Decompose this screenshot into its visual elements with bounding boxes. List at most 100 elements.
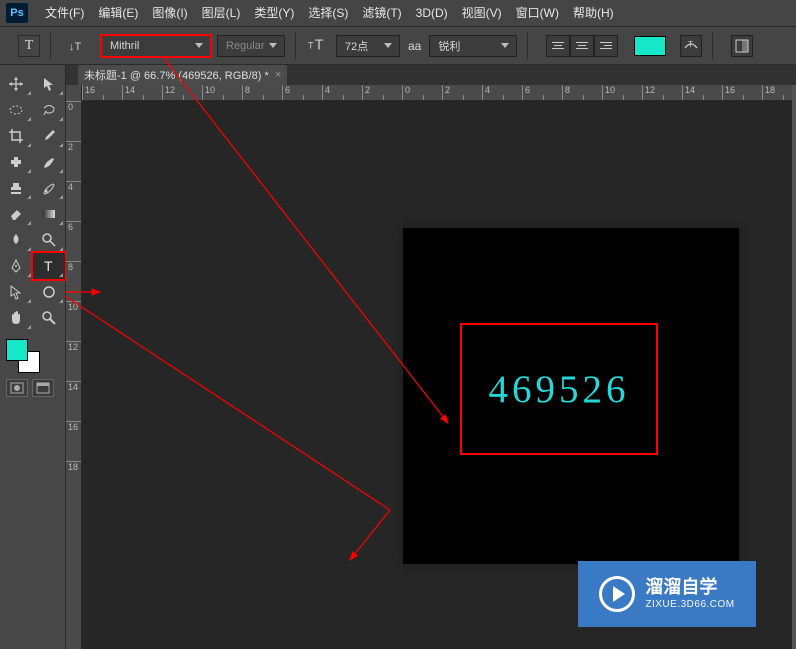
menu-layer[interactable]: 图层(L) [195, 0, 248, 27]
type-tool[interactable]: T [33, 253, 66, 279]
ruler-tick: 0 [402, 85, 442, 100]
menu-view[interactable]: 视图(V) [455, 0, 509, 27]
text-layer-content[interactable]: 469526 [489, 367, 630, 412]
text-align-group [546, 35, 618, 57]
document-tab-title: 未标题-1 @ 66.7% (469526, RGB/8) * [84, 67, 269, 83]
document-tab[interactable]: 未标题-1 @ 66.7% (469526, RGB/8) * × [78, 65, 287, 85]
ruler-tick: 12 [642, 85, 682, 100]
brush-tool[interactable] [33, 149, 66, 175]
marquee-tool[interactable] [0, 97, 33, 123]
ruler-tick: 16 [82, 85, 122, 100]
separator [50, 33, 51, 59]
svg-text:T: T [44, 258, 53, 274]
character-panel-button[interactable] [731, 35, 753, 57]
antialias-value: 锐利 [438, 38, 460, 54]
document-tab-bar: 未标题-1 @ 66.7% (469526, RGB/8) * × [66, 65, 796, 85]
play-icon [599, 576, 635, 612]
menu-window[interactable]: 窗口(W) [509, 0, 566, 27]
artboard[interactable]: 469526 [404, 229, 738, 563]
svg-text:T: T [315, 38, 324, 54]
shape-tool[interactable] [33, 279, 66, 305]
ruler-tick: 2 [442, 85, 482, 100]
ruler-tick: 10 [66, 301, 81, 341]
ruler-tick: 8 [562, 85, 602, 100]
healing-tool[interactable] [0, 149, 33, 175]
ruler-tick: 18 [66, 461, 81, 501]
text-orientation-toggle[interactable]: ↓T [67, 35, 89, 57]
dodge-tool[interactable] [33, 227, 66, 253]
blur-tool[interactable] [0, 227, 33, 253]
font-family-value: Mithril [110, 40, 139, 52]
font-family-dropdown[interactable]: Mithril [101, 35, 211, 57]
menu-image[interactable]: 图像(I) [145, 0, 194, 27]
history-brush-tool[interactable] [33, 175, 66, 201]
font-size-dropdown[interactable]: 72点 [336, 35, 400, 57]
warp-text-button[interactable]: T [680, 35, 702, 57]
color-swatches[interactable] [6, 339, 46, 373]
svg-text:T: T [308, 40, 314, 50]
ruler-tick: 12 [162, 85, 202, 100]
arrow-tool[interactable] [33, 71, 66, 97]
ruler-tick: 4 [482, 85, 522, 100]
ruler-tick: 6 [282, 85, 322, 100]
close-icon[interactable]: × [275, 69, 281, 81]
eyedropper-tool[interactable] [33, 123, 66, 149]
ruler-tick: 16 [722, 85, 762, 100]
ruler-tick: 14 [682, 85, 722, 100]
ruler-tick: 4 [66, 181, 81, 221]
ruler-horizontal[interactable]: 16 14 12 10 8 6 4 2 0 2 4 6 8 10 12 14 1… [82, 85, 792, 101]
ruler-tick: 4 [322, 85, 362, 100]
pen-tool[interactable] [0, 253, 33, 279]
separator [527, 33, 528, 59]
screenmode-button[interactable] [32, 379, 54, 397]
font-style-value: Regular [226, 40, 265, 52]
ruler-tick: 6 [522, 85, 562, 100]
align-left-button[interactable] [546, 35, 570, 57]
menu-help[interactable]: 帮助(H) [566, 0, 621, 27]
separator [712, 33, 713, 59]
align-center-button[interactable] [570, 35, 594, 57]
ruler-tick: 2 [66, 141, 81, 181]
watermark-badge: 溜溜自学 ZIXUE.3D66.COM [578, 561, 756, 627]
ruler-tick: 10 [602, 85, 642, 100]
ruler-tick: 14 [122, 85, 162, 100]
stamp-tool[interactable] [0, 175, 33, 201]
svg-text:T: T [688, 40, 693, 49]
ruler-tick: 0 [66, 101, 81, 141]
menu-file[interactable]: 文件(F) [38, 0, 91, 27]
separator [295, 33, 296, 59]
lasso-tool[interactable] [33, 97, 66, 123]
text-bounding-box[interactable]: 469526 [460, 323, 658, 455]
eraser-tool[interactable] [0, 201, 33, 227]
menu-edit[interactable]: 编辑(E) [91, 0, 145, 27]
menu-3d[interactable]: 3D(D) [409, 0, 455, 27]
active-tool-indicator[interactable]: T [18, 35, 40, 57]
hand-tool[interactable] [0, 305, 33, 331]
ruler-tick: 18 [762, 85, 792, 100]
align-right-button[interactable] [594, 35, 618, 57]
gradient-tool[interactable] [33, 201, 66, 227]
font-size-value: 72点 [345, 38, 368, 54]
antialias-dropdown[interactable]: 锐利 [429, 35, 517, 57]
menu-type[interactable]: 类型(Y) [247, 0, 301, 27]
chevron-down-icon [498, 39, 512, 53]
zoom-tool[interactable] [33, 305, 66, 331]
crop-tool[interactable] [0, 123, 33, 149]
ruler-tick: 8 [66, 261, 81, 301]
chevron-down-icon [192, 39, 206, 53]
path-selection-tool[interactable] [0, 279, 33, 305]
foreground-color-swatch[interactable] [6, 339, 28, 361]
text-color-swatch[interactable] [634, 36, 666, 56]
menu-filter[interactable]: 滤镜(T) [355, 0, 408, 27]
font-style-dropdown[interactable]: Regular [217, 35, 285, 57]
options-bar: T ↓T Mithril Regular TT 72点 aa 锐利 T [0, 27, 796, 65]
antialias-icon: aa [408, 39, 421, 53]
move-tool[interactable] [0, 71, 33, 97]
ruler-vertical[interactable]: 0 2 4 6 8 10 12 14 16 18 [66, 85, 82, 649]
menu-select[interactable]: 选择(S) [301, 0, 355, 27]
watermark-url: ZIXUE.3D66.COM [645, 599, 734, 611]
ruler-tick: 14 [66, 381, 81, 421]
quickmask-button[interactable] [6, 379, 28, 397]
ruler-tick: 12 [66, 341, 81, 381]
ruler-tick: 2 [362, 85, 402, 100]
